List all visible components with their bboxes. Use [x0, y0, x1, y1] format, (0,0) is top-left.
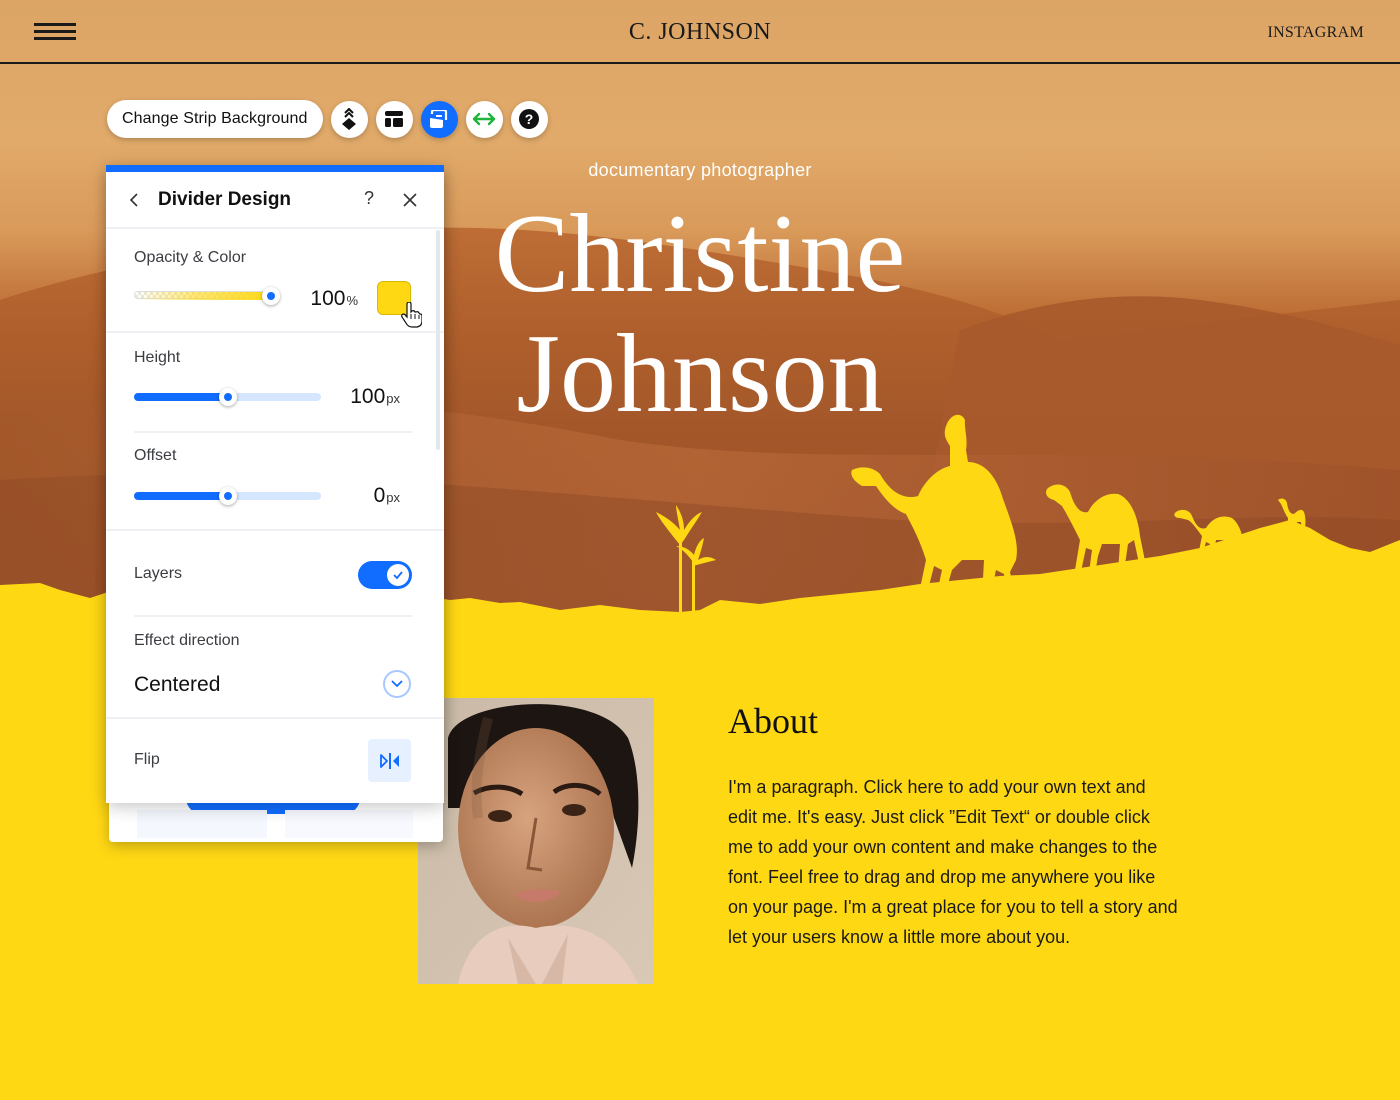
height-slider-fill: [134, 393, 228, 401]
effect-direction-dropdown[interactable]: Centered: [134, 673, 220, 697]
arrange-button[interactable]: [330, 100, 368, 138]
flip-button[interactable]: [368, 739, 411, 782]
panel-header: Divider Design ?: [106, 172, 444, 229]
site-header: C. JOHNSON INSTAGRAM: [0, 0, 1400, 64]
portrait-photo: [418, 698, 654, 984]
close-icon[interactable]: [402, 192, 418, 208]
hero-name-first[interactable]: Christine: [495, 192, 906, 316]
hero-subtitle[interactable]: documentary photographer: [588, 160, 811, 180]
section-divider: [134, 431, 412, 433]
layers-section: Layers Effect direction Centered: [106, 531, 444, 719]
about-heading[interactable]: About: [728, 700, 818, 742]
color-swatch[interactable]: [377, 281, 411, 315]
about-paragraph[interactable]: I'm a paragraph. Click here to add your …: [728, 772, 1178, 952]
panel-drag-handle[interactable]: [106, 165, 444, 172]
help-button[interactable]: ?: [510, 100, 548, 138]
offset-slider-fill: [134, 492, 228, 500]
hero-name-last[interactable]: Johnson: [516, 312, 883, 436]
size-section: Height 100px Offset 0px: [106, 333, 444, 531]
svg-text:?: ?: [525, 111, 534, 127]
menu-hamburger-icon[interactable]: [34, 23, 76, 41]
opacity-unit: %: [346, 293, 358, 308]
flip-label: Flip: [134, 751, 160, 768]
panel-help-button[interactable]: ?: [364, 188, 374, 209]
animation-icon: [430, 110, 448, 128]
camel-rider-silhouette: [851, 414, 1017, 598]
layers-arrange-icon: [342, 108, 357, 130]
height-number: 100: [350, 385, 386, 408]
opacity-color-label: Opacity & Color: [134, 249, 247, 266]
layers-label: Layers: [134, 565, 183, 582]
ghost-card: [285, 810, 413, 838]
panel-scrollbar[interactable]: [436, 230, 440, 450]
effect-direction-dropdown-button[interactable]: [383, 670, 411, 698]
opacity-slider-handle[interactable]: [262, 287, 280, 305]
stretch-icon: [472, 112, 496, 126]
strip-toolbar: Change Strip Background ?: [107, 100, 548, 138]
offset-value[interactable]: 0px: [324, 484, 400, 508]
site-brand-title[interactable]: C. JOHNSON: [629, 19, 771, 45]
checkmark-icon: [393, 571, 403, 580]
height-slider[interactable]: [134, 388, 321, 406]
offset-number: 0: [373, 484, 386, 507]
opacity-slider[interactable]: [134, 287, 280, 305]
offset-slider[interactable]: [134, 487, 321, 505]
animation-button[interactable]: [420, 100, 458, 138]
nav-link-instagram[interactable]: INSTAGRAM: [1267, 24, 1364, 42]
opacity-slider-fill: [135, 292, 271, 300]
height-value[interactable]: 100px: [324, 385, 400, 409]
layout-icon: [385, 111, 404, 127]
offset-slider-handle[interactable]: [218, 487, 237, 505]
stretch-button[interactable]: [465, 100, 503, 138]
offset-unit: px: [386, 490, 400, 505]
divider-design-panel: Divider Design ? Opacity & Color 100% He…: [106, 165, 444, 803]
opacity-color-section: Opacity & Color 100%: [106, 229, 444, 333]
layout-button[interactable]: [375, 100, 413, 138]
ghost-card: [137, 810, 267, 838]
effect-direction-label: Effect direction: [134, 632, 240, 649]
back-chevron-icon[interactable]: [126, 190, 142, 210]
flip-horizontal-icon: [379, 752, 399, 769]
chevron-down-icon: [391, 680, 403, 688]
panel-title: Divider Design: [158, 189, 292, 210]
help-icon: ?: [519, 109, 540, 129]
toggle-knob: [387, 564, 409, 586]
change-strip-background-button[interactable]: Change Strip Background: [107, 100, 323, 138]
height-unit: px: [386, 391, 400, 406]
offset-label: Offset: [134, 447, 177, 464]
opacity-value[interactable]: 100%: [302, 287, 358, 311]
palm-tree-icon: [656, 505, 716, 622]
flip-section: Flip: [106, 719, 444, 801]
height-label: Height: [134, 349, 181, 366]
height-slider-handle[interactable]: [218, 388, 237, 406]
opacity-number: 100: [310, 287, 346, 310]
section-divider: [134, 615, 412, 617]
portrait-image[interactable]: [418, 698, 654, 984]
layers-toggle[interactable]: [358, 561, 412, 589]
